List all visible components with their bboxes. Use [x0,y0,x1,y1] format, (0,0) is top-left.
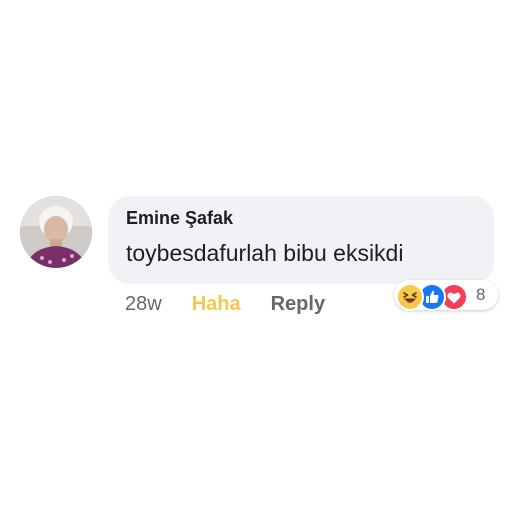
reactions-summary[interactable]: 8 [394,280,498,311]
haha-reaction-button[interactable]: Haha [192,293,241,316]
comment-author[interactable]: Emine Şafak [126,208,233,229]
comment-screenshot: Emine Şafak toybesdafurlah bibu eksikdi … [0,0,512,512]
comment-text: toybesdafurlah bibu eksikdi [126,240,404,266]
avatar[interactable] [20,196,92,268]
reply-button[interactable]: Reply [271,293,325,316]
comment-actions: 28w Haha Reply [125,290,325,318]
reaction-count: 8 [476,285,486,304]
profile-photo-icon [20,196,92,268]
comment-bubble: Emine Şafak toybesdafurlah bibu eksikdi [108,196,494,284]
comment-timestamp[interactable]: 28w [125,293,162,316]
haha-icon [396,283,424,311]
